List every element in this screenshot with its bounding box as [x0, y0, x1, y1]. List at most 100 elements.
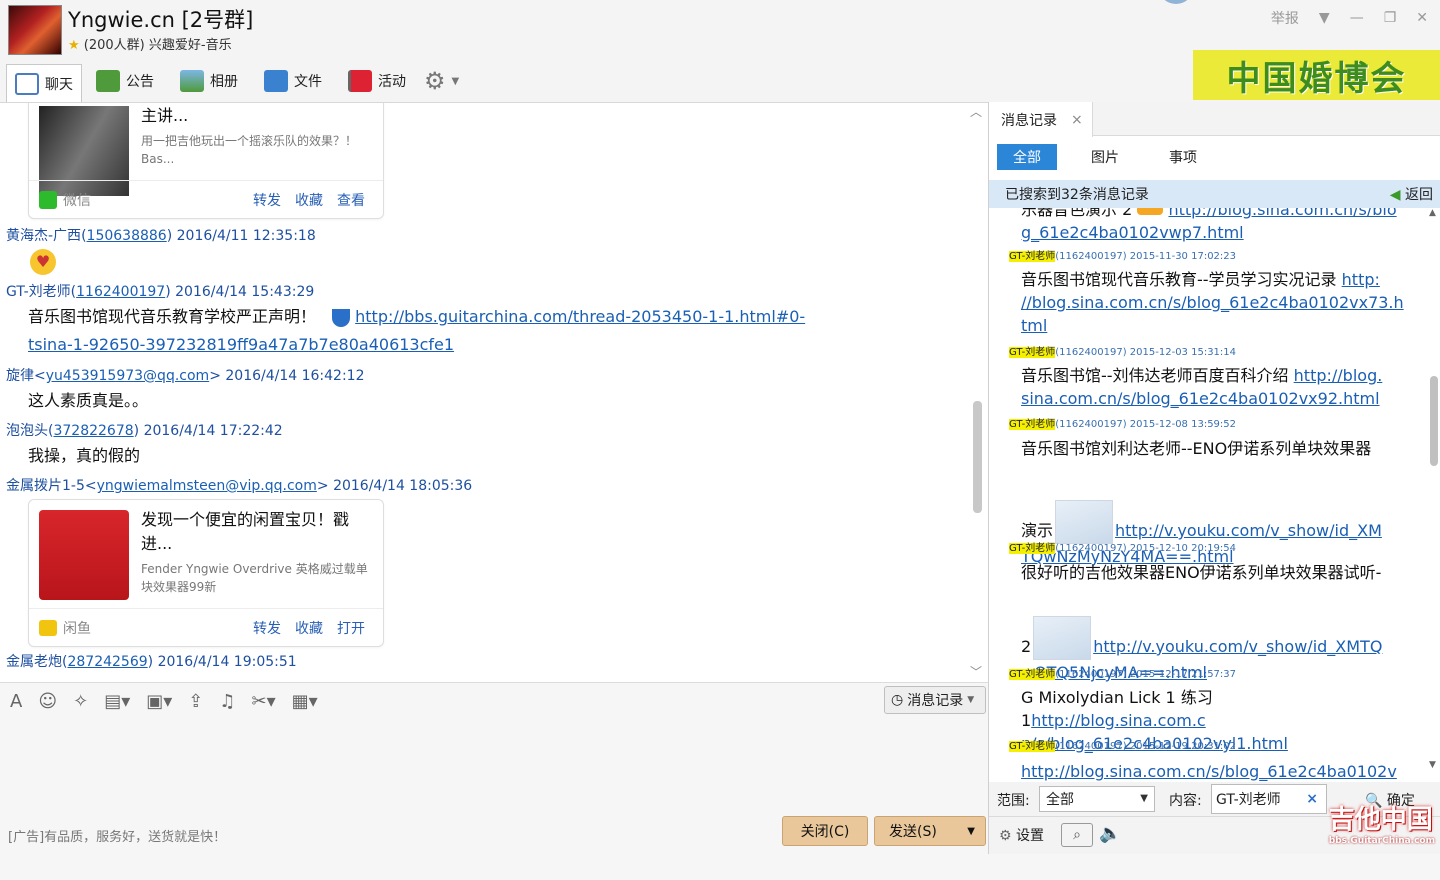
- record-body: 音乐图书馆--刘伟达老师百度百科介绍: [1021, 366, 1289, 385]
- group-avatar[interactable]: [8, 5, 62, 55]
- record-filters: 全部 图片 事项: [997, 144, 1213, 170]
- close-button[interactable]: 关闭(C): [782, 816, 868, 846]
- watermark-sub: bbs.GuitarChina.com: [1328, 836, 1435, 846]
- favorite-link[interactable]: 收藏: [295, 190, 323, 210]
- share-card-xianyu[interactable]: 发现一个便宜的闲置宝贝！戳进... Fender Yngwie Overdriv…: [28, 499, 384, 647]
- speaker-icon[interactable]: 🔈: [1099, 823, 1121, 844]
- report-button[interactable]: 举报: [1271, 8, 1299, 28]
- screenshot-icon[interactable]: ▤▾: [104, 691, 130, 712]
- record-text: 音乐图书馆--刘伟达老师百度百科介绍 http://blog. sina.com.…: [1021, 364, 1401, 410]
- tab-files[interactable]: 文件: [256, 64, 330, 98]
- maximize-icon[interactable]: ❐: [1384, 10, 1397, 26]
- favorite-link[interactable]: 收藏: [295, 618, 323, 638]
- send-button[interactable]: 发送(S) ▼: [874, 816, 986, 846]
- watermark-main: 吉他中国: [1328, 805, 1433, 835]
- sender-email[interactable]: yngwiemalmsteen@vip.qq.com: [97, 478, 317, 494]
- forward-link[interactable]: 转发: [253, 618, 281, 638]
- tab-notice[interactable]: 公告: [88, 64, 162, 98]
- filter-images[interactable]: 图片: [1075, 144, 1135, 170]
- upload-icon[interactable]: ⇪: [188, 691, 203, 712]
- card-source: 闲鱼: [63, 620, 91, 637]
- settings-button[interactable]: ⚙ 设置: [999, 825, 1044, 845]
- range-select[interactable]: 全部 ▼: [1039, 786, 1155, 812]
- image-icon[interactable]: ▣▾: [146, 691, 172, 712]
- record-link[interactable]: http://v.youku.com/v_show/id_XMTQ: [1093, 637, 1382, 656]
- font-icon[interactable]: A: [10, 691, 22, 712]
- window-controls: 举报 ▼ — ❐ ✕: [1271, 0, 1440, 36]
- emoji-icon[interactable]: ☺: [38, 691, 57, 712]
- view-link[interactable]: 查看: [337, 190, 365, 210]
- scroll-down-icon[interactable]: ﹀: [970, 663, 982, 680]
- message-link[interactable]: http://bbs.guitarchina.com/thread-205345…: [355, 307, 805, 326]
- dropdown-icon[interactable]: ▼: [1319, 10, 1330, 26]
- record-link[interactable]: http://blog.sina.com.cn/s/blo: [1168, 208, 1396, 219]
- scissors-icon[interactable]: ✂▾: [252, 691, 276, 712]
- sender-email[interactable]: yu453915973@qq.com: [46, 368, 209, 384]
- chat-history[interactable]: 主讲... 用一把吉他玩出一个摇滚乐队的效果？！Bas... 微信 转发 收藏 …: [0, 102, 988, 682]
- clear-icon[interactable]: ×: [1306, 791, 1318, 807]
- filter-items[interactable]: 事项: [1153, 144, 1213, 170]
- share-card-wechat[interactable]: 主讲... 用一把吉他玩出一个摇滚乐队的效果？！Bas... 微信 转发 收藏 …: [28, 103, 384, 219]
- message-link-cont[interactable]: tsina-1-92650-397232819ff9a47a7b7e80a406…: [28, 335, 454, 354]
- ad-text[interactable]: [广告]有品质，服务好，送货就是快！: [8, 826, 226, 845]
- close-icon[interactable]: ✕: [1416, 10, 1428, 26]
- scroll-thumb[interactable]: [1430, 376, 1438, 466]
- scroll-thumb[interactable]: [973, 401, 982, 513]
- close-icon[interactable]: ×: [1071, 112, 1083, 128]
- record-sender: GT-刘老师: [1009, 669, 1056, 680]
- tab-events-label: 活动: [378, 74, 406, 90]
- chevron-down-icon[interactable]: ▼: [967, 826, 975, 837]
- magic-wand-icon[interactable]: ✧: [73, 691, 88, 712]
- record-scrollbar[interactable]: ▲ ▼: [1427, 208, 1440, 880]
- scroll-up-icon[interactable]: ▲: [1429, 208, 1436, 218]
- tab-events[interactable]: 活动: [340, 64, 414, 98]
- record-header: GT-刘老师(1162400197) 2015-12-17 21:57:37: [1009, 668, 1236, 682]
- record-link-cont[interactable]: tml: [1021, 316, 1047, 335]
- chat-scrollbar[interactable]: ︿ ﹀: [968, 103, 988, 682]
- forward-link[interactable]: 转发: [253, 190, 281, 210]
- record-body: 音乐图书馆刘利达老师--ENO伊诺系列单块效果器: [1021, 439, 1372, 458]
- record-link-cont[interactable]: //blog.sina.com.cn/s/blog_61e2c4ba0102vx…: [1021, 293, 1404, 312]
- record-list[interactable]: 乐器音色演示 2 http://blog.sina.com.cn/s/blo g_…: [989, 208, 1427, 880]
- back-button[interactable]: ◀ 返回: [1390, 184, 1433, 204]
- record-link[interactable]: http://v.youku.com/v_show/id_XM: [1115, 521, 1382, 540]
- scroll-up-icon[interactable]: ︿: [970, 103, 982, 120]
- record-meta: (1162400197) 2015-12-17 21:57:37: [1055, 669, 1237, 680]
- record-link[interactable]: http://blog.: [1294, 366, 1383, 385]
- record-header: GT-刘老师(1162400197) 2015-12-03 15:31:14: [1009, 346, 1236, 360]
- image-placeholder-icon[interactable]: [1055, 500, 1114, 544]
- minimize-icon[interactable]: —: [1350, 10, 1364, 26]
- sender-id[interactable]: 372822678: [53, 423, 133, 439]
- record-link-cont[interactable]: g_61e2c4ba0102vwp7.html: [1021, 223, 1244, 242]
- card-title: 发现一个便宜的闲置宝贝！戳进...: [141, 510, 350, 553]
- record-link[interactable]: http://blog.sina.com.c: [1031, 711, 1206, 730]
- sender-name: 金属拨片1-5: [6, 478, 85, 494]
- message-log-button[interactable]: ◷ 消息记录 ▼: [884, 686, 986, 714]
- xianyu-icon: [39, 619, 57, 636]
- scroll-down-icon[interactable]: ▼: [1429, 760, 1436, 770]
- search-icon[interactable]: ⌕: [1061, 823, 1093, 847]
- tab-chat[interactable]: 聊天: [6, 64, 82, 102]
- record-link[interactable]: http:: [1342, 270, 1380, 289]
- sender-id[interactable]: 150638886: [87, 228, 167, 244]
- content-label: 内容:: [1169, 793, 1202, 809]
- sender-id[interactable]: 287242569: [67, 654, 147, 670]
- ad-banner[interactable]: 中国婚博会: [1193, 50, 1440, 100]
- image-placeholder-icon[interactable]: [1033, 616, 1092, 660]
- more-icon[interactable]: ▦▾: [292, 691, 318, 712]
- open-link[interactable]: 打开: [337, 618, 365, 638]
- sender-id[interactable]: 1162400197: [76, 284, 165, 300]
- settings-menu[interactable]: ⚙ ▼: [416, 64, 467, 98]
- record-meta: (1162400197) 2015-12-08 13:59:52: [1055, 419, 1237, 430]
- filter-all[interactable]: 全部: [997, 144, 1057, 170]
- record-link-cont[interactable]: sina.com.cn/s/blog_61e2c4ba0102vx92.html: [1021, 389, 1380, 408]
- tab-message-log[interactable]: 消息记录 ×: [989, 102, 1093, 137]
- message-sender: 旋律<yu453915973@qq.com> 2016/4/14 16:42:1…: [6, 368, 365, 384]
- message-input[interactable]: [0, 720, 988, 812]
- record-body: 音乐图书馆现代音乐教育--学员学习实况记录: [1021, 270, 1337, 289]
- tab-album[interactable]: 相册: [172, 64, 246, 98]
- record-link[interactable]: http://blog.sina.com.cn/s/blog_61e2c4ba0…: [1021, 762, 1397, 781]
- content-input[interactable]: GT-刘老师 ×: [1211, 784, 1327, 814]
- music-icon[interactable]: ♫: [219, 691, 235, 712]
- record-meta: (1162400197) 2015-12-19 20:31:02: [1055, 741, 1237, 752]
